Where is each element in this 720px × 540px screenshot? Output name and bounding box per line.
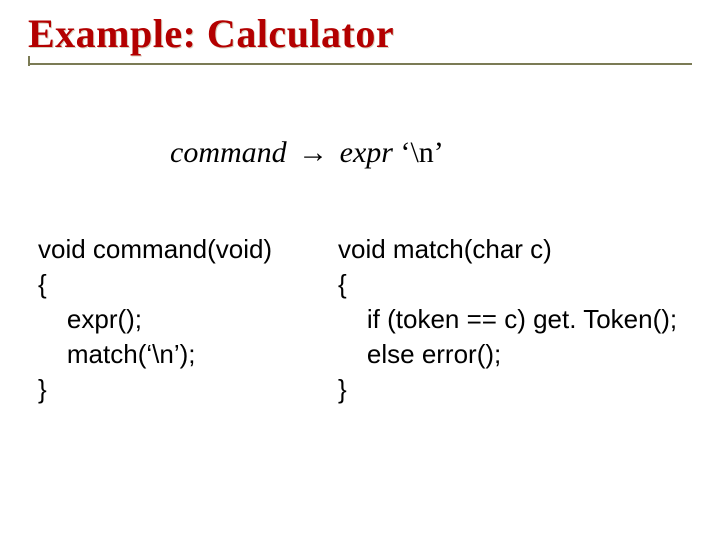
title-underline xyxy=(28,63,692,65)
arrow-icon: → xyxy=(294,136,332,169)
grammar-rhs-literal: ‘\n’ xyxy=(393,136,444,169)
grammar-lhs: command xyxy=(170,136,287,169)
grammar-rule: command → expr ‘\n’ xyxy=(170,136,444,170)
title-tick xyxy=(28,56,30,66)
grammar-rhs-ident: expr xyxy=(340,136,393,169)
slide-title: Example: Calculator xyxy=(28,10,692,63)
title-block: Example: Calculator xyxy=(28,10,692,65)
slide: Example: Calculator command → expr ‘\n’ … xyxy=(0,0,720,540)
code-block-right: void match(char c) { if (token == c) get… xyxy=(338,232,708,407)
title-underline-wrap xyxy=(28,63,692,65)
code-block-left: void command(void) { expr(); match(‘\n’)… xyxy=(38,232,338,407)
